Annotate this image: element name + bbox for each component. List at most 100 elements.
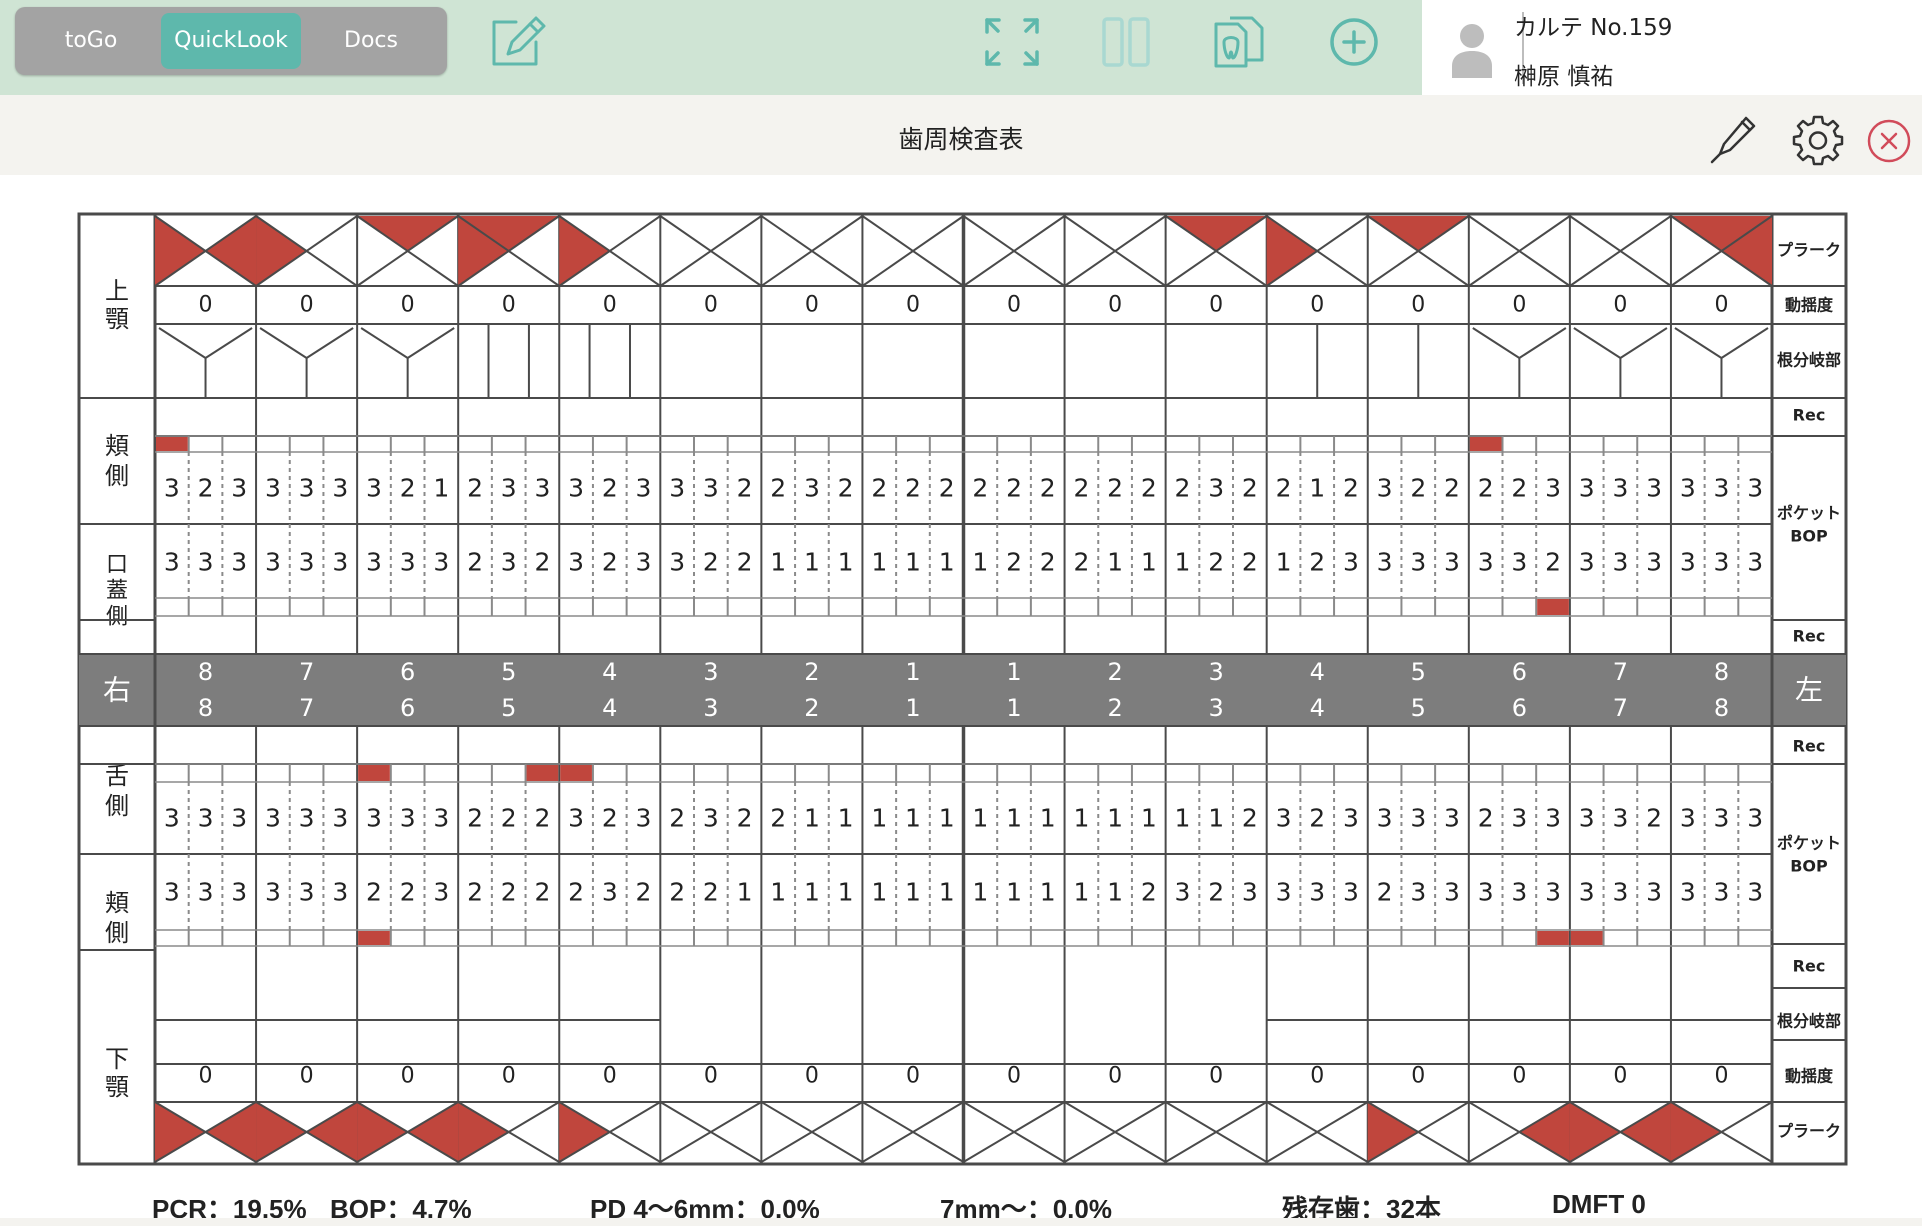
palatal-pocket-value: 3	[1444, 548, 1460, 577]
upper-buccal-pocket-value: 2	[1006, 474, 1022, 503]
lower-plaque-mark	[1569, 1102, 1621, 1162]
lingual-pocket-value: 3	[1410, 804, 1426, 833]
lower-tooth-number: 1	[1006, 694, 1021, 722]
palatal-pocket-value: 3	[198, 548, 214, 577]
lower-mobility-value: 0	[1411, 1064, 1425, 1089]
palatal-pocket-value: 2	[737, 548, 753, 577]
lingual-pocket-value: 1	[1107, 804, 1123, 833]
lower-buccal-bop-mark	[1570, 931, 1603, 945]
furcation-mark	[204, 327, 253, 359]
upper-buccal-pocket-value: 3	[164, 474, 180, 503]
upper-buccal-pocket-value: 2	[770, 474, 786, 503]
lower-buccal-pocket-value: 3	[231, 878, 247, 907]
palatal-pocket-value: 2	[1545, 548, 1561, 577]
upper-buccal-bop-mark	[156, 437, 188, 451]
lower-mobility-value: 0	[704, 1064, 718, 1089]
lower-plaque-mark	[357, 1102, 408, 1162]
upper-tooth-number: 1	[1006, 658, 1021, 686]
lower-plaque-mark	[205, 1102, 257, 1162]
lingual-pocket-value: 3	[703, 804, 719, 833]
lower-tooth-number: 6	[1512, 694, 1527, 722]
bottom-strip	[0, 1218, 1922, 1226]
lingual-pocket-value: 3	[1343, 804, 1359, 833]
left-side-label: 左	[1795, 674, 1823, 707]
upper-plaque-mark	[559, 216, 610, 286]
row-label: 動揺度	[1785, 296, 1834, 315]
lingual-bop-mark	[560, 765, 592, 781]
upper-tooth-number: 8	[198, 658, 213, 686]
lingual-pocket-value: 1	[905, 804, 921, 833]
lower-tooth-number: 8	[198, 694, 213, 722]
lower-mobility-value: 0	[805, 1064, 819, 1089]
lingual-pocket-value: 3	[433, 804, 449, 833]
upper-buccal-pocket-value: 1	[1309, 474, 1325, 503]
furcation-mark	[1573, 327, 1621, 359]
lower-buccal-pocket-value: 3	[164, 878, 180, 907]
lingual-pocket-value: 1	[1006, 804, 1022, 833]
upper-buccal-pocket-value: 2	[939, 474, 955, 503]
furcation-mark	[1472, 327, 1520, 359]
lower-buccal-label: 頬	[105, 889, 129, 917]
lingual-pocket-value: 1	[1040, 804, 1056, 833]
lingual-pocket-value: 3	[568, 804, 584, 833]
upper-plaque-mark	[1266, 216, 1318, 286]
lingual-pocket-value: 2	[1646, 804, 1662, 833]
lower-plaque-mark	[458, 1102, 509, 1162]
palatal-pocket-value: 1	[804, 548, 820, 577]
palatal-pocket-value: 3	[568, 548, 584, 577]
lower-tooth-number: 1	[905, 694, 920, 722]
palatal-pocket-value: 2	[467, 548, 483, 577]
lower-buccal-label: 側	[105, 919, 129, 947]
palatal-pocket-value: 3	[1579, 548, 1595, 577]
lower-buccal-pocket-value: 3	[1646, 878, 1662, 907]
palatal-pocket-value: 1	[939, 548, 955, 577]
lingual-pocket-value: 2	[669, 804, 685, 833]
lower-buccal-pocket-value: 1	[1073, 878, 1089, 907]
row-label: 動揺度	[1785, 1067, 1834, 1086]
upper-buccal-pocket-value: 3	[265, 474, 281, 503]
lower-mobility-value: 0	[1209, 1064, 1223, 1089]
row-label: BOP	[1790, 527, 1828, 546]
lingual-pocket-value: 1	[838, 804, 854, 833]
upper-buccal-pocket-value: 2	[838, 474, 854, 503]
upper-buccal-pocket-value: 3	[1747, 474, 1763, 503]
upper-mobility-value: 0	[805, 293, 819, 318]
lower-mobility-value: 0	[1007, 1064, 1021, 1089]
lower-tooth-number: 4	[1310, 694, 1325, 722]
lingual-pocket-value: 1	[939, 804, 955, 833]
lower-plaque-mark	[407, 1102, 459, 1162]
upper-buccal-pocket-value: 3	[636, 474, 652, 503]
lingual-pocket-value: 3	[198, 804, 214, 833]
lower-buccal-pocket-value: 2	[534, 878, 550, 907]
lower-buccal-pocket-value: 1	[804, 878, 820, 907]
upper-plaque-mark	[1367, 216, 1469, 251]
palatal-pocket-value: 3	[231, 548, 247, 577]
lingual-pocket-value: 1	[1073, 804, 1089, 833]
lower-mobility-value: 0	[300, 1064, 314, 1089]
upper-plaque-mark	[1165, 216, 1267, 251]
upper-mobility-value: 0	[199, 293, 213, 318]
upper-buccal-pocket-value: 2	[1444, 474, 1460, 503]
lower-buccal-pocket-value: 2	[568, 878, 584, 907]
upper-tooth-number: 1	[905, 658, 920, 686]
palatal-pocket-value: 3	[1511, 548, 1527, 577]
lower-buccal-pocket-value: 3	[1276, 878, 1292, 907]
lower-jaw-label: 下	[105, 1045, 129, 1073]
palatal-pocket-value: 1	[770, 548, 786, 577]
lower-buccal-pocket-value: 1	[770, 878, 786, 907]
lingual-pocket-value: 3	[1612, 804, 1628, 833]
lower-mobility-value: 0	[1613, 1064, 1627, 1089]
lower-plaque-mark	[1367, 1102, 1419, 1162]
lower-buccal-pocket-value: 3	[198, 878, 214, 907]
palatal-pocket-value: 3	[636, 548, 652, 577]
lower-plaque-mark	[559, 1102, 610, 1162]
lower-buccal-pocket-value: 1	[972, 878, 988, 907]
upper-buccal-pocket-value: 3	[534, 474, 550, 503]
lower-tooth-number: 5	[1411, 694, 1426, 722]
palatal-pocket-value: 3	[400, 548, 416, 577]
row-label: Rec	[1793, 957, 1826, 976]
upper-mobility-value: 0	[401, 293, 415, 318]
upper-buccal-pocket-value: 2	[972, 474, 988, 503]
upper-buccal-pocket-value: 3	[299, 474, 315, 503]
lower-tooth-number: 6	[400, 694, 415, 722]
